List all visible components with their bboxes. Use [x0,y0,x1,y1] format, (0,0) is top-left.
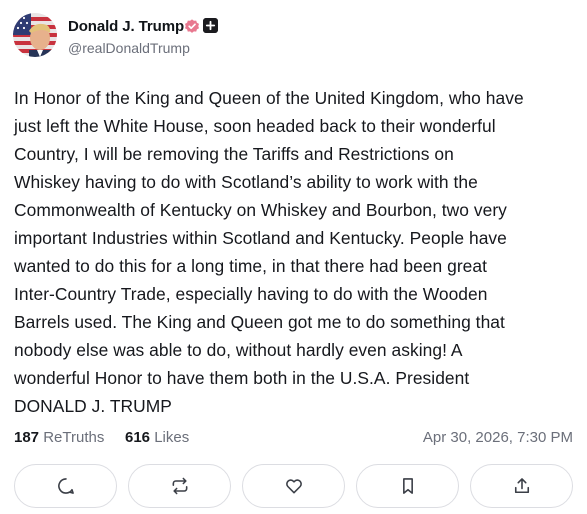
likes-count: 616 [125,429,151,446]
likes-label: Likes [154,429,190,446]
share-icon [514,478,529,494]
likes-stat[interactable]: 616 Likes [125,429,189,446]
retruths-count: 187 [14,429,40,446]
truth-post: Donald J. Trump @realDonaldTrump In Hono… [0,0,587,514]
comment-icon [57,478,74,494]
post-text: In Honor of the King and Queen of the Un… [14,88,524,416]
reply-button[interactable] [14,464,117,508]
retruth-button[interactable] [128,464,231,508]
retruths-stat[interactable]: 187 ReTruths [14,429,104,446]
user-handle[interactable]: @realDonaldTrump [68,40,190,56]
user-avatar-icon [13,13,57,57]
save-button[interactable] [356,464,459,508]
plus-icon [203,18,218,33]
verified-badge-icon [185,19,199,33]
bookmark-icon [402,478,413,494]
like-button[interactable] [242,464,345,508]
share-button[interactable] [470,464,573,508]
heart-icon [285,479,302,494]
avatar[interactable] [13,13,57,57]
post-timestamp[interactable]: Apr 30, 2026, 7:30 PM [423,429,573,446]
repost-icon [172,477,187,495]
retruths-label: ReTruths [43,429,105,446]
display-name[interactable]: Donald J. Trump [68,18,184,35]
